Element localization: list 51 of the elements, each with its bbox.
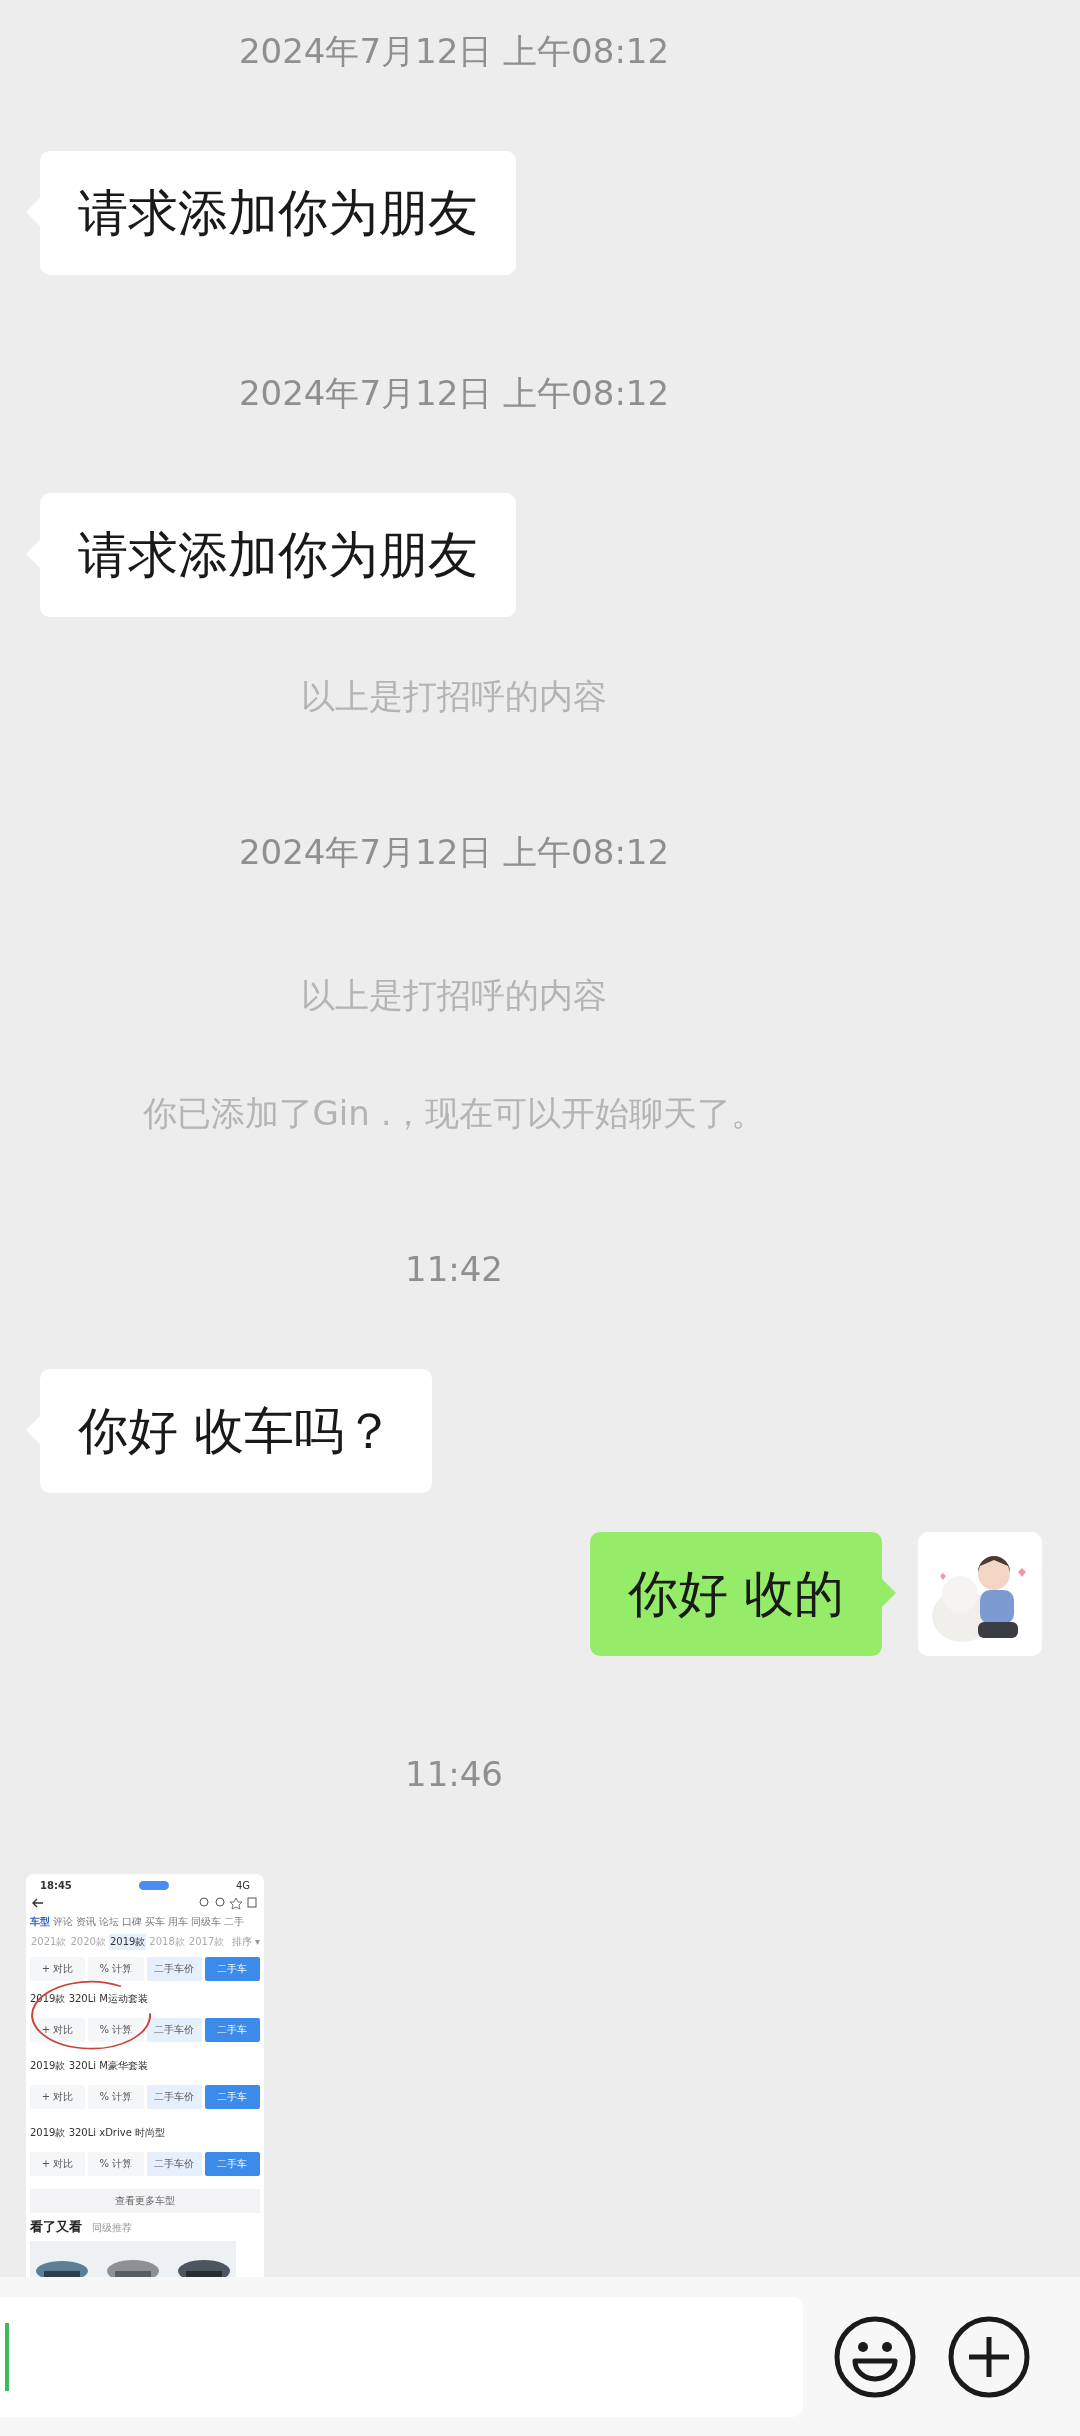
category-tab[interactable]: 评论 (53, 1915, 73, 1929)
message-bubble[interactable]: 请求添加你为朋友 (40, 493, 516, 617)
year-tab[interactable]: 2019款 (108, 1934, 147, 1950)
action-button[interactable]: 二手车价 (146, 1957, 202, 1981)
category-tab[interactable]: 论坛 (99, 1915, 119, 1929)
back-arrow-icon (32, 1898, 44, 1908)
bubble-tail (882, 1579, 896, 1607)
plus-icon[interactable] (947, 2314, 1031, 2399)
action-button[interactable]: 二手车价 (146, 2085, 202, 2109)
model-title: 2019款 320Li M豪华套装 (30, 2059, 149, 2073)
action-button[interactable]: + 对比 (30, 2085, 86, 2109)
toolbar-icons-drawing (198, 1896, 258, 1910)
message-input[interactable] (0, 2296, 803, 2417)
action-button[interactable]: % 计算 (88, 2018, 144, 2042)
category-tab[interactable]: 买车 (145, 1915, 165, 1929)
timestamp: 11:46 (405, 1754, 503, 1794)
action-button[interactable]: + 对比 (30, 2018, 86, 2042)
timestamp: 2024年7月12日 上午08:12 (238, 832, 670, 872)
action-button[interactable]: 二手车价 (146, 2152, 202, 2176)
model-card[interactable]: 2019款 320Li M豪华套装 + 对比 % 计算 二手车价 二手车 (30, 2047, 260, 2117)
shared-screenshot[interactable] (26, 1874, 264, 2277)
category-tab[interactable]: 用车 (168, 1915, 188, 1929)
category-tab[interactable]: 口碑 (122, 1915, 142, 1929)
category-tab[interactable]: 二手 (224, 1915, 244, 1929)
system-notice: 你已添加了Gin .，现在可以开始聊天了。 (142, 1093, 766, 1133)
category-tab[interactable]: 资讯 (76, 1915, 96, 1929)
category-tab[interactable]: 同级车 (191, 1915, 221, 1929)
action-button[interactable]: % 计算 (88, 2152, 144, 2176)
action-button[interactable]: + 对比 (30, 2152, 86, 2176)
message-bubble[interactable]: 你好 收的 (590, 1532, 882, 1656)
category-tab[interactable]: 车型 (30, 1915, 50, 1929)
model-title: 2019款 320Li xDrive 时尚型 (30, 2126, 166, 2140)
network-label: 4G (235, 1880, 250, 1891)
model-card[interactable]: 2019款 320Li xDrive 时尚型 + 对比 % 计算 二手车价 二手车 (30, 2114, 260, 2184)
status-pill (138, 1881, 169, 1890)
timestamp: 2024年7月12日 上午08:12 (238, 31, 670, 71)
action-button[interactable]: % 计算 (88, 2085, 144, 2109)
avatar[interactable] (918, 1532, 1042, 1656)
section-tab[interactable]: 看了又看 (30, 2218, 82, 2236)
message-bubble[interactable]: 你好 收车吗？ (40, 1369, 432, 1493)
timestamp: 2024年7月12日 上午08:12 (238, 373, 670, 413)
more-models-button[interactable]: 查看更多车型 (30, 2189, 260, 2213)
timestamp: 11:42 (405, 1249, 503, 1289)
system-notice: 以上是打招呼的内容 (301, 676, 607, 716)
action-button[interactable]: % 计算 (88, 1957, 144, 1981)
action-button[interactable]: 二手车价 (146, 2018, 202, 2042)
action-button[interactable]: + 对比 (30, 1957, 86, 1981)
system-notice: 以上是打招呼的内容 (301, 975, 607, 1015)
emoji-icon[interactable] (833, 2314, 917, 2399)
message-bubble[interactable]: 请求添加你为朋友 (40, 151, 516, 275)
status-time: 18:45 (40, 1880, 72, 1891)
